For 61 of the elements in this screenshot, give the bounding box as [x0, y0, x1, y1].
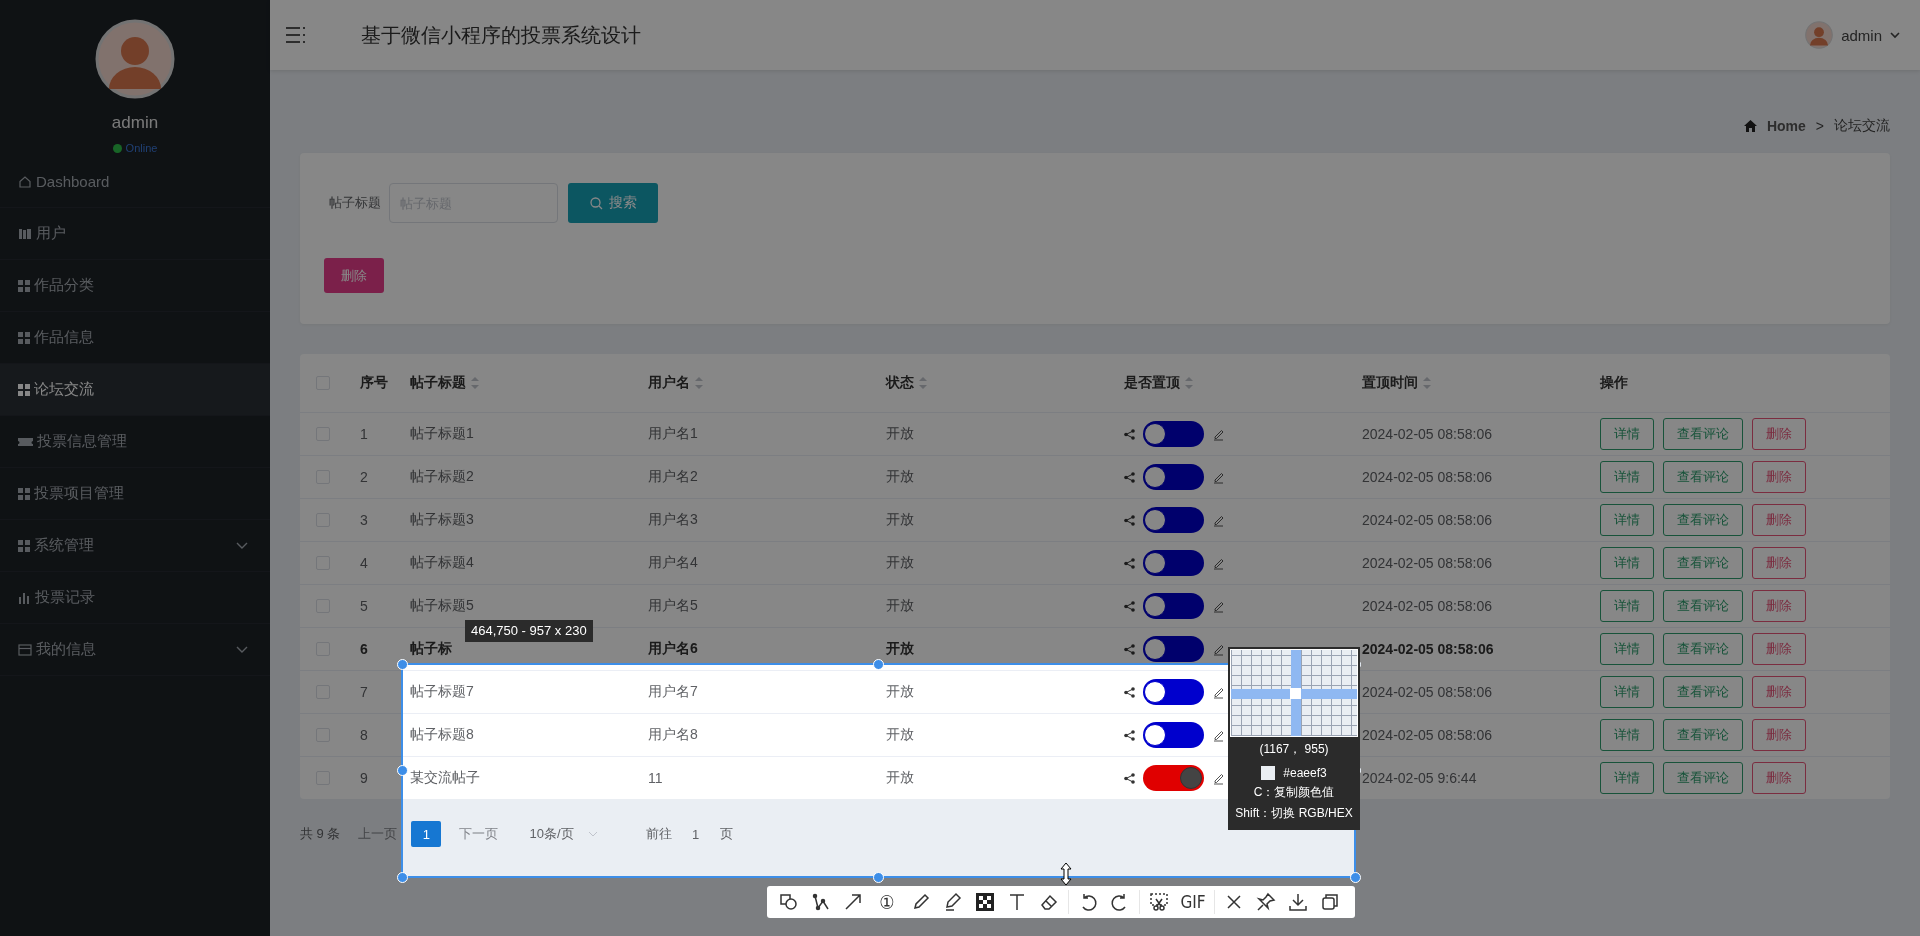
- color-value: #eaeef3: [1283, 766, 1327, 780]
- table-cell-text: 2024-02-05 08:58:06: [1361, 512, 1493, 528]
- table-cell: 帖子标题5: [410, 597, 474, 615]
- table-cell-text: 11: [647, 770, 664, 786]
- table-cell-text: 2024-02-05 9:6:44: [1361, 770, 1478, 786]
- table-cell-text: 开放: [885, 425, 915, 443]
- table-cell-text: 4: [359, 555, 369, 571]
- table-cell: 帖子标题2: [410, 468, 474, 486]
- table-cell-text: 用户名6: [647, 640, 699, 658]
- table-cell-text: 开放: [885, 683, 915, 701]
- table-cell-text: 1: [359, 426, 369, 442]
- table-cell-text: 8: [359, 727, 369, 743]
- goto-label: 前往: [645, 825, 672, 843]
- table-cell-text: 6: [359, 641, 369, 657]
- table-cell: 帖子标题8: [410, 726, 474, 744]
- page-unit: 页: [719, 825, 733, 843]
- breadcrumb-separator: >: [1815, 118, 1824, 134]
- hint-text: Shift：切换 RGB/HEX: [1235, 805, 1353, 822]
- table-cell-text: 2024-02-05 08:58:06: [1361, 426, 1493, 442]
- table-cell-text: 2024-02-05 08:58:06: [1361, 684, 1493, 700]
- table-cell-text: 开放: [885, 554, 915, 572]
- cursor-coordinates: (1167， 955): [1259, 741, 1329, 758]
- app-title: 基于微信小程序的投票系统设计: [361, 22, 642, 48]
- table-cell-text: 用户名8: [647, 726, 699, 744]
- table-cell-text: 7: [359, 684, 369, 700]
- table-cell-text: 5: [359, 598, 369, 614]
- table-cell-text: 开放: [885, 769, 915, 787]
- table-cell-text: 2024-02-05 08:58:06: [1361, 727, 1493, 743]
- table-cell-text: 开放: [885, 511, 915, 529]
- hint-text: C：复制颜色值: [1253, 784, 1335, 801]
- table-cell-text: 用户名5: [647, 597, 699, 615]
- table-cell: 帖子标题1: [410, 425, 474, 443]
- breadcrumb-current: 论坛交流: [1834, 117, 1890, 135]
- table-cell-text: 用户名4: [647, 554, 699, 572]
- user-name: admin: [111, 113, 159, 133]
- table-cell-text: 2: [359, 469, 369, 485]
- table-cell: 帖子标题4: [410, 554, 474, 572]
- table-cell-text: 2024-02-05 08:58:06: [1361, 641, 1495, 657]
- table-cell-text: 2024-02-05 08:58:06: [1361, 598, 1493, 614]
- user-status: Online: [125, 142, 158, 154]
- table-cell: 帖子标题3: [410, 511, 474, 529]
- total-count: 共 9 条: [300, 825, 341, 843]
- table-cell-text: 9: [359, 770, 369, 786]
- table-cell-text: 开放: [885, 726, 915, 744]
- table-cell-text: 开放: [885, 468, 915, 486]
- table-cell-text: 2024-02-05 08:58:06: [1361, 469, 1493, 485]
- table-cell-text: 用户名2: [647, 468, 699, 486]
- table-cell-text: 开放: [885, 597, 915, 615]
- table-cell-text: 开放: [885, 640, 915, 658]
- field-label: 帖子标题: [329, 194, 381, 212]
- column-header: 操作: [1600, 374, 1628, 392]
- table-cell: 某交流帖子: [410, 769, 480, 787]
- size-label: 464,750 - 957 x 230: [465, 620, 593, 642]
- table-cell-text: 用户名7: [647, 683, 699, 701]
- column-header: 序号: [360, 374, 388, 392]
- table-cell-text: 2024-02-05 08:58:06: [1361, 555, 1493, 571]
- table-cell-text: 用户名1: [647, 425, 699, 443]
- table-cell-text: 用户名3: [647, 511, 699, 529]
- table-cell: 帖子标题7: [410, 683, 474, 701]
- table-cell: 帖子标: [410, 640, 452, 658]
- table-cell-text: 3: [359, 512, 369, 528]
